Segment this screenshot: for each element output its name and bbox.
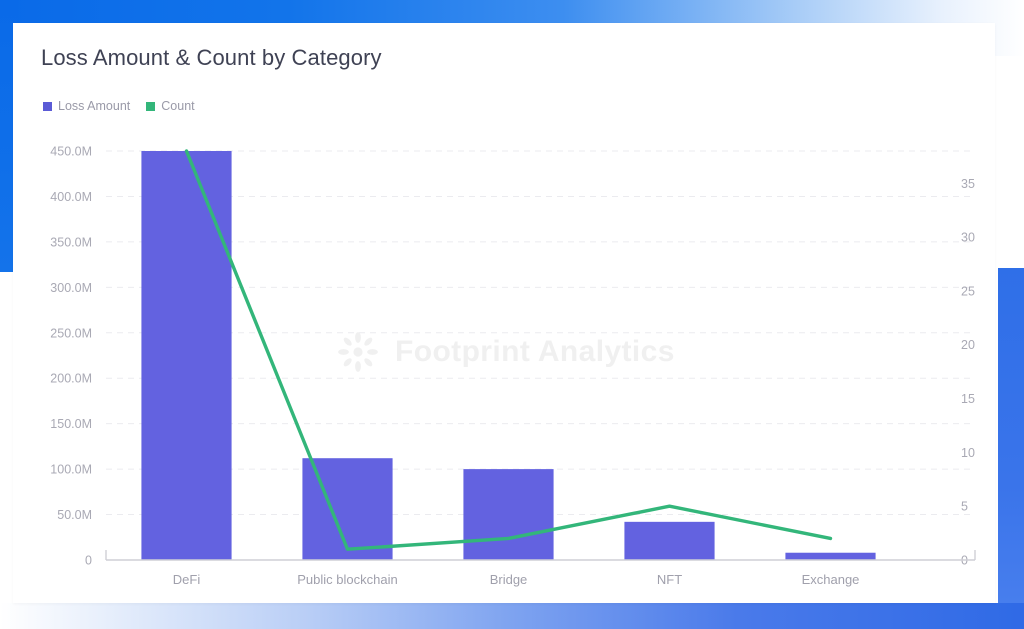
y-axis-left-tick-label: 450.0M xyxy=(50,145,92,159)
y-axis-right-ticks: 05101520253035 xyxy=(961,177,975,568)
y-axis-right-tick-label: 35 xyxy=(961,177,975,191)
gridlines-group xyxy=(106,150,975,516)
y-axis-left-tick-label: 150.0M xyxy=(50,417,92,431)
y-axis-right-tick-label: 20 xyxy=(961,338,975,352)
x-axis-category-label: Public blockchain xyxy=(297,572,397,587)
y-axis-left-tick-label: 250.0M xyxy=(50,326,92,340)
x-axis-category-labels: DeFi Public blockchain Bridge NFT Exchange xyxy=(173,572,860,587)
y-axis-left-tick-label: 200.0M xyxy=(50,372,92,386)
y-axis-right-tick-label: 30 xyxy=(961,231,975,245)
y-axis-right-tick-label: 25 xyxy=(961,284,975,298)
plot-area: Footprint Analytics 0 50.0M 100.0M 150.0M 20… xyxy=(13,23,995,603)
decorative-bottom-band xyxy=(0,603,1024,629)
bar[interactable] xyxy=(141,151,232,560)
x-axis-category-label: NFT xyxy=(657,572,682,587)
y-axis-left-tick-label: 100.0M xyxy=(50,463,92,477)
screenshot-root: Loss Amount & Count by Category Loss Amo… xyxy=(0,0,1024,629)
y-axis-left-ticks: 0 50.0M 100.0M 150.0M 200.0M 250.0M 300.0M 350.… xyxy=(50,145,92,568)
x-axis-category-label: DeFi xyxy=(173,572,201,587)
chart-card: Loss Amount & Count by Category Loss Amo… xyxy=(13,23,995,603)
y-axis-left-tick-label: 0 xyxy=(85,554,92,568)
y-axis-left-tick-label: 300.0M xyxy=(50,281,92,295)
bar[interactable] xyxy=(785,552,876,560)
decorative-right-band xyxy=(998,268,1024,629)
y-axis-right-tick-label: 15 xyxy=(961,392,975,406)
y-axis-left-tick-label: 50.0M xyxy=(57,508,92,522)
bar[interactable] xyxy=(624,521,715,560)
x-axis-category-label: Bridge xyxy=(490,572,528,587)
bar-series-group xyxy=(141,151,876,560)
y-axis-left-tick-label: 350.0M xyxy=(50,235,92,249)
y-axis-right-tick-label: 10 xyxy=(961,446,975,460)
x-axis-category-label: Exchange xyxy=(802,572,860,587)
y-axis-left-tick-label: 400.0M xyxy=(50,190,92,204)
bar[interactable] xyxy=(463,469,554,560)
chart-svg: 0 50.0M 100.0M 150.0M 200.0M 250.0M 300.0M 350.… xyxy=(50,145,976,587)
y-axis-right-tick-label: 5 xyxy=(961,500,968,514)
